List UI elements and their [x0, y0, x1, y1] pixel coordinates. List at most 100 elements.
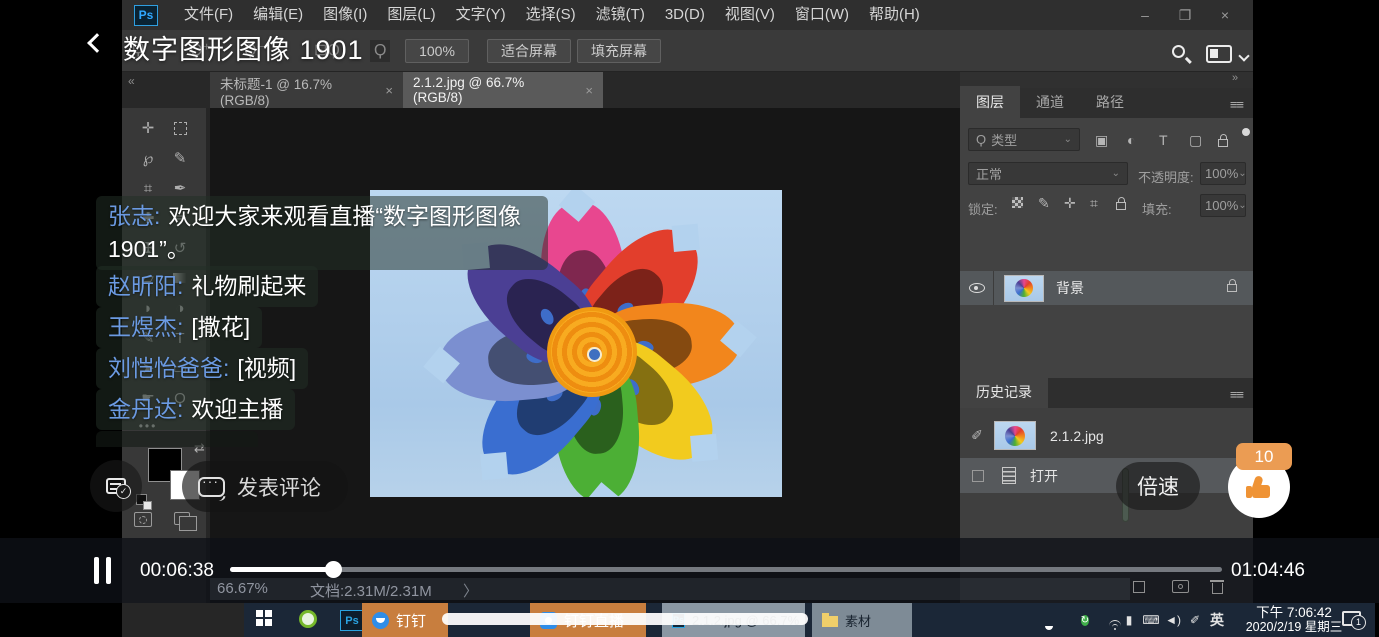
- scrubby-zoom-icon[interactable]: Ϙ: [370, 40, 390, 62]
- post-comment-label: 发表评论: [237, 472, 321, 502]
- filter-type-layers-icon[interactable]: T: [1159, 132, 1168, 148]
- menu-help[interactable]: 帮助(H): [859, 0, 930, 30]
- move-tool-icon[interactable]: ✛: [136, 116, 160, 140]
- chat-username[interactable]: 张志:: [108, 203, 160, 229]
- layer-lock-icon: [1227, 279, 1237, 297]
- lock-transparent-icon[interactable]: [1012, 197, 1023, 208]
- marquee-tool-icon[interactable]: [168, 116, 192, 140]
- chat-username[interactable]: 刘恺怡爸爸:: [108, 355, 229, 381]
- layer-filter-select[interactable]: Ϙ 类型 ⌄: [968, 128, 1080, 151]
- notification-center-icon[interactable]: [1342, 611, 1361, 626]
- layers-panel-body: Ϙ 类型 ⌄ ▣ ◐ T ▢ 正常 ⌄ 不透明度: 100% ⌄: [960, 118, 1253, 388]
- taskbar-scroll-pill[interactable]: [442, 613, 808, 625]
- panel-collapse-icon[interactable]: »: [1232, 72, 1238, 84]
- chat-username[interactable]: 金丹达:: [108, 396, 183, 422]
- tray-sync-icon[interactable]: ↻: [1074, 612, 1096, 628]
- quick-selection-tool-icon[interactable]: ✎: [168, 146, 192, 170]
- post-comment-button[interactable]: 发表评论: [182, 461, 348, 512]
- taskbar-dingtalk-button[interactable]: 钉钉: [362, 603, 448, 637]
- menu-type[interactable]: 文字(Y): [446, 0, 516, 30]
- layer-visibility-cell[interactable]: [960, 271, 994, 305]
- zoom-100-button[interactable]: 100%: [405, 39, 469, 63]
- taskbar-clock[interactable]: 下午 7:06:42 2020/2/19 星期三: [1234, 606, 1354, 634]
- tab-212jpg[interactable]: 2.1.2.jpg @ 66.7%(RGB/8) ×: [403, 72, 603, 108]
- chat-username[interactable]: 王煜杰:: [108, 314, 183, 340]
- filter-adjustment-layers-icon[interactable]: ◐: [1127, 132, 1135, 148]
- history-snapshot-row[interactable]: ✐ 2.1.2.jpg: [960, 418, 1253, 453]
- panel-menu-icon[interactable]: ≡≡: [1230, 97, 1243, 118]
- menu-layer[interactable]: 图层(L): [377, 0, 445, 30]
- history-brush-source-icon[interactable]: ✐: [960, 427, 994, 444]
- menu-image[interactable]: 图像(I): [313, 0, 377, 30]
- back-button-icon[interactable]: [87, 33, 107, 53]
- list-check-icon: [106, 478, 126, 494]
- search-icon[interactable]: [1172, 45, 1185, 58]
- tab-paths[interactable]: 路径: [1080, 86, 1140, 118]
- menu-view[interactable]: 视图(V): [715, 0, 785, 30]
- lock-all-icon[interactable]: [1116, 197, 1126, 213]
- opacity-input[interactable]: 100% ⌄: [1200, 162, 1246, 185]
- tab-untitled-1[interactable]: 未标题-1 @ 16.7%(RGB/8) ×: [210, 72, 403, 108]
- menu-3d[interactable]: 3D(D): [655, 0, 715, 30]
- tab-history[interactable]: 历史记录: [960, 376, 1048, 408]
- playback-speed-button[interactable]: 倍速: [1116, 462, 1200, 510]
- hardware-icon[interactable]: ⌨: [1140, 613, 1162, 627]
- new-doc-from-state-icon[interactable]: [1133, 580, 1145, 598]
- fill-input[interactable]: 100% ⌄: [1200, 194, 1246, 217]
- pen-input-icon[interactable]: ✐: [1184, 613, 1206, 627]
- quick-mask-icon[interactable]: [134, 512, 152, 527]
- seek-bar[interactable]: [230, 567, 1222, 572]
- close-icon[interactable]: ×: [1205, 7, 1245, 23]
- document-icon: [1002, 467, 1016, 484]
- start-button-icon[interactable]: [256, 610, 272, 626]
- menu-window[interactable]: 窗口(W): [785, 0, 859, 30]
- tab-close-icon[interactable]: ×: [385, 83, 393, 98]
- seek-bar-handle[interactable]: [325, 561, 342, 578]
- tab-212jpg-label: 2.1.2.jpg @ 66.7%(RGB/8): [413, 75, 573, 105]
- tab-close-icon[interactable]: ×: [585, 83, 593, 98]
- taskbar-material-folder-button[interactable]: 素材: [812, 603, 912, 637]
- history-step-open-row[interactable]: 打开: [960, 458, 1253, 493]
- filter-toggle-dot-icon[interactable]: [1242, 128, 1250, 136]
- blend-mode-select[interactable]: 正常 ⌄: [968, 162, 1128, 185]
- delete-state-trash-icon[interactable]: [1212, 580, 1223, 599]
- filter-smart-objects-icon[interactable]: [1218, 134, 1228, 150]
- history-checkbox[interactable]: [972, 470, 984, 482]
- panel-menu-icon[interactable]: ≡≡: [1230, 387, 1243, 408]
- menu-edit[interactable]: 编辑(E): [243, 0, 313, 30]
- layer-row-background[interactable]: 背景: [960, 271, 1253, 305]
- photoshop-taskbar-icon[interactable]: Ps: [340, 610, 364, 631]
- pause-button-icon[interactable]: [106, 557, 111, 584]
- fill-screen-button[interactable]: 填充屏幕: [577, 39, 661, 63]
- browser-icon[interactable]: [299, 610, 317, 628]
- speaker-icon[interactable]: ◄): [1162, 613, 1184, 627]
- lock-image-icon[interactable]: ✎: [1038, 195, 1050, 212]
- menu-file[interactable]: 文件(F): [174, 0, 243, 30]
- status-chevron-icon[interactable]: 〉: [463, 580, 478, 601]
- pause-button-icon[interactable]: [94, 557, 99, 584]
- chat-list-toggle-button[interactable]: [90, 460, 142, 512]
- chat-username[interactable]: 赵昕阳:: [108, 273, 183, 299]
- fit-screen-button[interactable]: 适合屏幕: [487, 39, 571, 63]
- input-method-indicator[interactable]: 英: [1206, 610, 1228, 630]
- tab-channels[interactable]: 通道: [1020, 86, 1080, 118]
- filter-pixel-layers-icon[interactable]: ▣: [1095, 132, 1108, 149]
- layout-switch-icon[interactable]: [1206, 45, 1232, 63]
- layer-thumbnail[interactable]: [1004, 275, 1044, 302]
- new-snapshot-camera-icon[interactable]: [1172, 580, 1189, 593]
- restore-icon[interactable]: ❐: [1165, 7, 1205, 24]
- status-zoom-value[interactable]: 66.67%: [217, 580, 268, 597]
- lock-artboard-icon[interactable]: ⌗: [1090, 195, 1098, 212]
- toolbar-collapse-icon[interactable]: «: [128, 74, 135, 88]
- screen-mode-icon[interactable]: [174, 512, 190, 525]
- menu-filter[interactable]: 滤镜(T): [586, 0, 655, 30]
- status-doc-size: 文档:2.31M/2.31M: [310, 580, 432, 601]
- minimize-icon[interactable]: –: [1125, 7, 1165, 23]
- menu-select[interactable]: 选择(S): [516, 0, 586, 30]
- tab-layers[interactable]: 图层: [960, 86, 1020, 118]
- lasso-tool-icon[interactable]: ℘: [136, 146, 160, 170]
- usb-device-icon[interactable]: ▮: [1118, 613, 1140, 627]
- filter-shape-layers-icon[interactable]: ▢: [1189, 132, 1202, 149]
- history-step-label: 打开: [1030, 466, 1058, 486]
- lock-position-icon[interactable]: ✛: [1064, 195, 1076, 212]
